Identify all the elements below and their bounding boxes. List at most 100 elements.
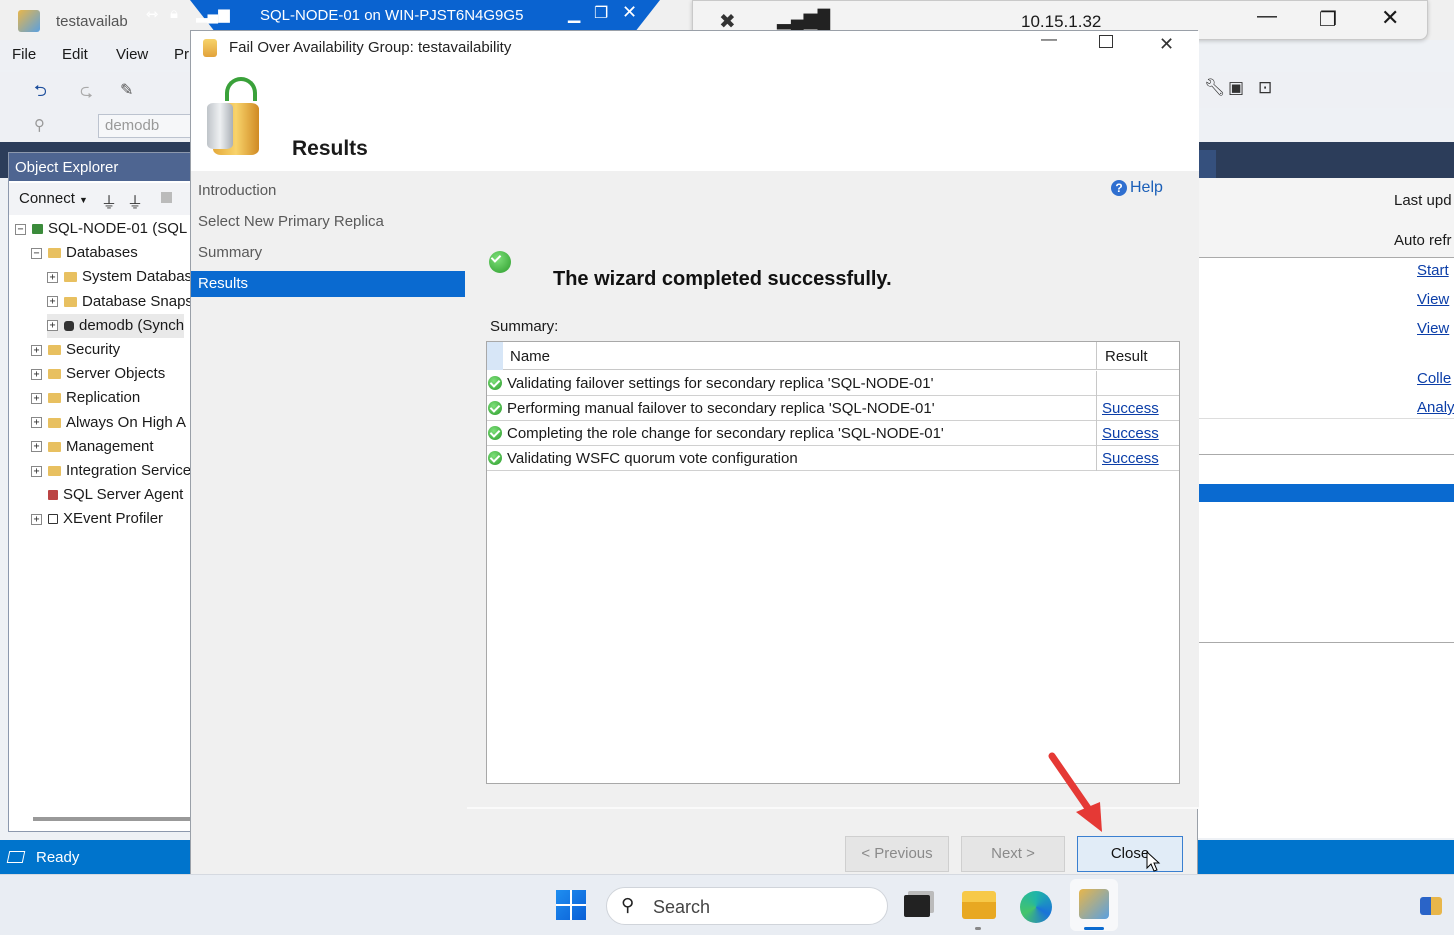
horizontal-scrollbar[interactable] [33, 817, 193, 821]
file-explorer-icon[interactable] [962, 891, 996, 919]
start-button[interactable] [556, 890, 586, 920]
dashboard-pane: Last upd Auto refr Start View View Colle… [1198, 178, 1454, 838]
expand-icon[interactable]: + [31, 417, 42, 429]
expand-icon[interactable]: + [31, 441, 42, 453]
restore-icon[interactable]: ❐ [594, 3, 608, 23]
table-row[interactable]: Completing the role change for secondary… [487, 421, 1179, 446]
tray-icon[interactable] [1420, 897, 1442, 915]
tree-node[interactable]: + System Databas [47, 265, 192, 289]
dialog-app-icon [203, 39, 217, 57]
toolbox-icon[interactable]: ▣ [1228, 78, 1244, 98]
connect-button[interactable]: Connect ▼ [19, 190, 88, 207]
expand-icon[interactable]: + [31, 465, 42, 477]
close-icon[interactable]: ✕ [622, 2, 637, 23]
tree-node-label: Integration Service [66, 462, 192, 479]
signal-icon: ▂▄▆ [196, 6, 230, 23]
object-explorer: Object Explorer Connect ▼ ⏚ ⏚ − SQL-NODE-… [8, 152, 199, 832]
tree-node[interactable]: − SQL-NODE-01 (SQL : [15, 217, 195, 241]
expand-icon[interactable]: + [31, 392, 42, 404]
tree-node[interactable]: + demodb (Synch [47, 313, 185, 338]
ssms-taskbar-button[interactable] [1070, 879, 1118, 931]
tree-node[interactable]: + XEvent Profiler [31, 507, 163, 531]
expand-icon[interactable]: + [47, 320, 58, 332]
menu-project[interactable]: Pr [174, 46, 189, 63]
expand-icon[interactable]: + [31, 513, 42, 525]
back-icon[interactable]: ⮌ [34, 80, 47, 107]
tree-node[interactable]: + Management [31, 435, 154, 459]
tree-node[interactable]: + Database Snaps [47, 290, 193, 314]
menu-edit[interactable]: Edit [62, 46, 88, 63]
table-row[interactable]: Validating WSFC quorum vote configuratio… [487, 446, 1179, 471]
tree-node[interactable]: SQL Server Agent [31, 483, 183, 507]
column-result[interactable]: Result [1105, 348, 1148, 365]
expand-icon[interactable]: + [47, 271, 58, 283]
terminal-icon[interactable]: ⊡ [1258, 78, 1272, 98]
wrench-icon[interactable]: 🔧︎ [1204, 78, 1226, 98]
results-grid: Name Result Validating failover settings… [486, 341, 1180, 784]
dialog-header: Results [191, 65, 1199, 171]
column-name[interactable]: Name [510, 348, 550, 365]
tree-node[interactable]: + Security [31, 338, 120, 362]
analyze-link[interactable]: Analy [1417, 399, 1454, 416]
tree-node-label: demodb (Synch [79, 316, 185, 334]
page-title: Results [292, 137, 368, 160]
nav-select-new-primary[interactable]: Select New Primary Replica [191, 209, 465, 235]
help-button[interactable]: ? Help [1111, 179, 1163, 197]
edge-icon[interactable] [1020, 891, 1052, 923]
nav-results[interactable]: Results [191, 271, 465, 297]
active-indicator [1084, 927, 1104, 930]
tree-node[interactable]: + Integration Service [31, 459, 191, 483]
connect-plug-icon[interactable]: ⏚ [101, 189, 117, 213]
stop-icon[interactable] [161, 192, 172, 203]
tree-node[interactable]: + Always On High A [31, 411, 186, 435]
tree-node[interactable]: + Server Objects [31, 362, 165, 386]
start-link[interactable]: Start [1417, 262, 1449, 279]
close-button[interactable]: Close [1077, 836, 1183, 872]
maximize-icon[interactable] [1099, 35, 1113, 48]
summary-label: Summary: [490, 318, 559, 335]
close-icon[interactable]: ✕ [1159, 34, 1174, 55]
nav-summary[interactable]: Summary [191, 240, 465, 266]
pin-icon[interactable]: ⇿ [146, 5, 159, 23]
row-result-link[interactable]: Success [1102, 425, 1159, 442]
collapse-icon[interactable]: − [15, 223, 26, 235]
rdp-ip: 10.15.1.32 [1021, 12, 1102, 31]
expand-icon[interactable]: + [47, 296, 58, 308]
new-query-icon[interactable]: ✎ [120, 80, 133, 100]
table-row[interactable]: Validating failover settings for seconda… [487, 371, 1179, 396]
minimize-icon[interactable]: — [1257, 5, 1277, 28]
tree-node[interactable]: + Replication [31, 386, 140, 410]
wizard-nav: Introduction Select New Primary Replica … [191, 171, 465, 876]
help-icon: ? [1111, 180, 1127, 196]
view-link-1[interactable]: View [1417, 291, 1449, 308]
tree-node[interactable]: − Databases [31, 241, 138, 265]
menu-file[interactable]: File [12, 46, 36, 63]
selected-row[interactable] [1198, 484, 1454, 502]
chevron-down-icon: ▼ [79, 195, 88, 205]
minimize-icon[interactable]: — [1041, 31, 1057, 49]
minimize-icon[interactable]: ▁ [568, 4, 580, 24]
table-row[interactable]: Performing manual failover to secondary … [487, 396, 1179, 421]
expand-icon[interactable]: + [31, 344, 42, 356]
next-button[interactable]: Next > [961, 836, 1065, 872]
help-label: Help [1130, 179, 1163, 196]
restore-icon[interactable]: ❐ [1319, 7, 1337, 32]
column-divider [1096, 371, 1097, 396]
database-combo[interactable]: demodb [98, 114, 194, 138]
previous-button[interactable]: < Previous [845, 836, 949, 872]
collapse-icon[interactable]: − [31, 247, 42, 259]
row-result-link[interactable]: Success [1102, 400, 1159, 417]
expand-icon[interactable]: + [31, 368, 42, 380]
view-link-2[interactable]: View [1417, 320, 1449, 337]
success-check-icon [488, 376, 502, 390]
disconnect-icon[interactable]: ⏚ [127, 189, 143, 213]
collect-link[interactable]: Colle [1417, 370, 1451, 387]
taskbar-search[interactable]: ⚲ Search [606, 887, 888, 925]
plug-icon[interactable]: ⚲ [34, 116, 45, 134]
row-result-link[interactable]: Success [1102, 450, 1159, 467]
task-view-icon[interactable] [904, 895, 930, 917]
menu-view[interactable]: View [116, 46, 148, 63]
close-icon[interactable]: ✕ [1381, 5, 1399, 31]
nav-introduction[interactable]: Introduction [191, 178, 465, 204]
forward-icon[interactable]: ⮎ [80, 80, 93, 107]
